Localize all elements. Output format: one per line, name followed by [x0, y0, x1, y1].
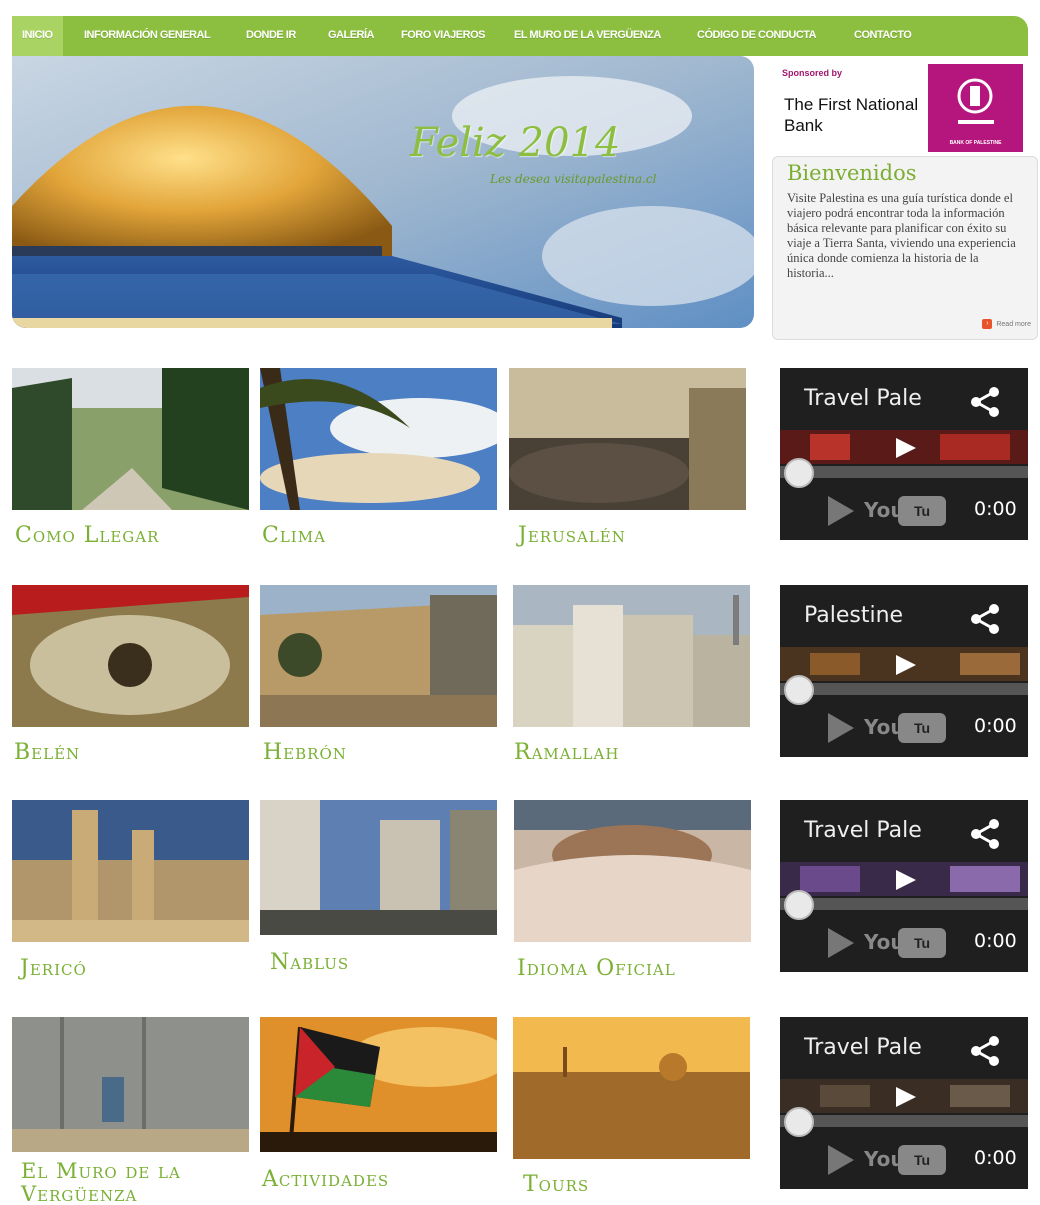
- progress-knob[interactable]: [784, 890, 814, 920]
- tile-image: [12, 1017, 249, 1152]
- tile-label-muro-verguenza[interactable]: El Muro de la Vergüenza: [21, 1160, 241, 1205]
- tile-hebron[interactable]: [260, 585, 497, 727]
- tile-clima[interactable]: [260, 368, 497, 510]
- tile-label-jerico[interactable]: Jericó: [20, 957, 87, 981]
- tile-image: [12, 585, 249, 727]
- nav-item-informacion-general[interactable]: Información General: [84, 16, 211, 56]
- video-time: 0:00: [974, 1147, 1017, 1169]
- nav-item-galeria[interactable]: Galería: [328, 16, 375, 56]
- tile-label-nablus[interactable]: Nablus: [270, 951, 349, 975]
- tile-image: [260, 1017, 497, 1152]
- progress-track[interactable]: [780, 683, 1028, 695]
- tile-jerico[interactable]: [12, 800, 249, 942]
- tile-image: [12, 800, 249, 942]
- tile-label-como-llegar[interactable]: Como Llegar: [15, 524, 159, 548]
- video-title: Travel Pale: [804, 386, 922, 411]
- youtube-logo-box: Tu: [898, 496, 946, 526]
- tile-image: [12, 368, 249, 510]
- play-button-icon[interactable]: [824, 711, 858, 745]
- tile-idioma-oficial[interactable]: [514, 800, 751, 942]
- tile-label-jerusalen[interactable]: Jerusalén: [518, 524, 626, 548]
- nav-item-donde-ir[interactable]: Donde Ir: [246, 16, 296, 56]
- youtube-logo-box: Tu: [898, 713, 946, 743]
- video-player[interactable]: Travel Pale You Tu 0:00: [780, 368, 1028, 540]
- tile-label-ramallah[interactable]: Ramallah: [514, 741, 619, 765]
- progress-track[interactable]: [780, 898, 1028, 910]
- play-icon[interactable]: [886, 1083, 922, 1111]
- share-icon[interactable]: [968, 601, 1004, 637]
- sponsor-name: The First National Bank: [784, 95, 919, 135]
- play-button-icon[interactable]: [824, 926, 858, 960]
- tile-image: [514, 800, 751, 942]
- progress-track[interactable]: [780, 1115, 1028, 1127]
- progress-knob[interactable]: [784, 458, 814, 488]
- nav-item-contacto[interactable]: Contacto: [854, 16, 912, 56]
- youtube-logo-box: Tu: [898, 1145, 946, 1175]
- share-icon[interactable]: [968, 384, 1004, 420]
- tile-image: [260, 368, 497, 510]
- progress-knob[interactable]: [784, 675, 814, 705]
- video-player[interactable]: Travel Pale You Tu 0:00: [780, 800, 1028, 972]
- progress-knob[interactable]: [784, 1107, 814, 1137]
- tile-image: [260, 800, 497, 935]
- tile-label-clima[interactable]: Clima: [262, 524, 326, 548]
- hero-subtitle: Les desea visitapalestina.cl: [490, 172, 657, 186]
- nav-item-foro-viajeros[interactable]: Foro Viajeros: [401, 16, 485, 56]
- tile-image: [513, 1017, 750, 1159]
- nav-item-inicio[interactable]: Inicio: [12, 16, 63, 56]
- share-icon[interactable]: [968, 1033, 1004, 1069]
- read-more-label: Read more: [996, 320, 1031, 328]
- tile-ramallah[interactable]: [513, 585, 750, 727]
- tile-jerusalen[interactable]: [509, 368, 746, 510]
- welcome-text: Visite Palestina es una guía turística d…: [787, 191, 1016, 280]
- tile-belen[interactable]: [12, 585, 249, 727]
- bank-emblem-icon: [957, 78, 994, 124]
- hero-banner[interactable]: Feliz 2014 Les desea visitapalestina.cl: [12, 56, 754, 328]
- video-title: Travel Pale: [804, 818, 922, 843]
- sponsor-box[interactable]: Sponsored by The First National Bank BAN…: [772, 60, 1028, 156]
- tile-como-llegar[interactable]: [12, 368, 249, 510]
- progress-track[interactable]: [780, 466, 1028, 478]
- tile-actividades[interactable]: [260, 1017, 497, 1152]
- tile-image: [513, 585, 750, 727]
- sponsor-label: Sponsored by: [782, 68, 843, 78]
- tile-label-hebron[interactable]: Hebrón: [263, 741, 347, 765]
- play-icon[interactable]: [886, 434, 922, 462]
- bank-logo[interactable]: BANK OF PALESTINE: [928, 64, 1023, 152]
- tile-muro-verguenza[interactable]: [12, 1017, 249, 1152]
- read-more-link[interactable]: › Read more: [982, 319, 1031, 329]
- youtube-logo-box: Tu: [898, 928, 946, 958]
- video-time: 0:00: [974, 715, 1017, 737]
- video-player[interactable]: Travel Pale You Tu 0:00: [780, 1017, 1028, 1189]
- tile-image: [260, 585, 497, 727]
- play-button-icon[interactable]: [824, 494, 858, 528]
- nav-item-codigo-conducta[interactable]: Código de Conducta: [697, 16, 817, 56]
- welcome-box: Bienvenidos Visite Palestina es una guía…: [772, 156, 1038, 340]
- tile-tours[interactable]: [513, 1017, 750, 1159]
- video-title: Travel Pale: [804, 1035, 922, 1060]
- play-button-icon[interactable]: [824, 1143, 858, 1177]
- welcome-title: Bienvenidos: [787, 161, 917, 185]
- video-time: 0:00: [974, 498, 1017, 520]
- nav-item-muro-verguenza[interactable]: El Muro de la Vergüenza: [514, 16, 661, 56]
- main-nav: Inicio Información General Donde Ir Gale…: [12, 16, 1028, 56]
- play-icon[interactable]: [886, 651, 922, 679]
- play-icon[interactable]: [886, 866, 922, 894]
- tile-nablus[interactable]: [260, 800, 497, 935]
- share-icon[interactable]: [968, 816, 1004, 852]
- tile-label-idioma-oficial[interactable]: Idioma Oficial: [517, 957, 676, 981]
- tile-label-tours[interactable]: Tours: [523, 1173, 589, 1197]
- tile-image: [509, 368, 746, 510]
- video-player[interactable]: Palestine You Tu 0:00: [780, 585, 1028, 757]
- tile-label-belen[interactable]: Belén: [14, 741, 80, 765]
- hero-image: [12, 56, 754, 328]
- tile-label-actividades[interactable]: Actividades: [262, 1168, 389, 1192]
- video-title: Palestine: [804, 603, 904, 628]
- bank-logo-text: BANK OF PALESTINE: [949, 140, 1002, 146]
- hero-title: Feliz 2014: [410, 120, 621, 166]
- arrow-icon: ›: [982, 319, 993, 329]
- video-time: 0:00: [974, 930, 1017, 952]
